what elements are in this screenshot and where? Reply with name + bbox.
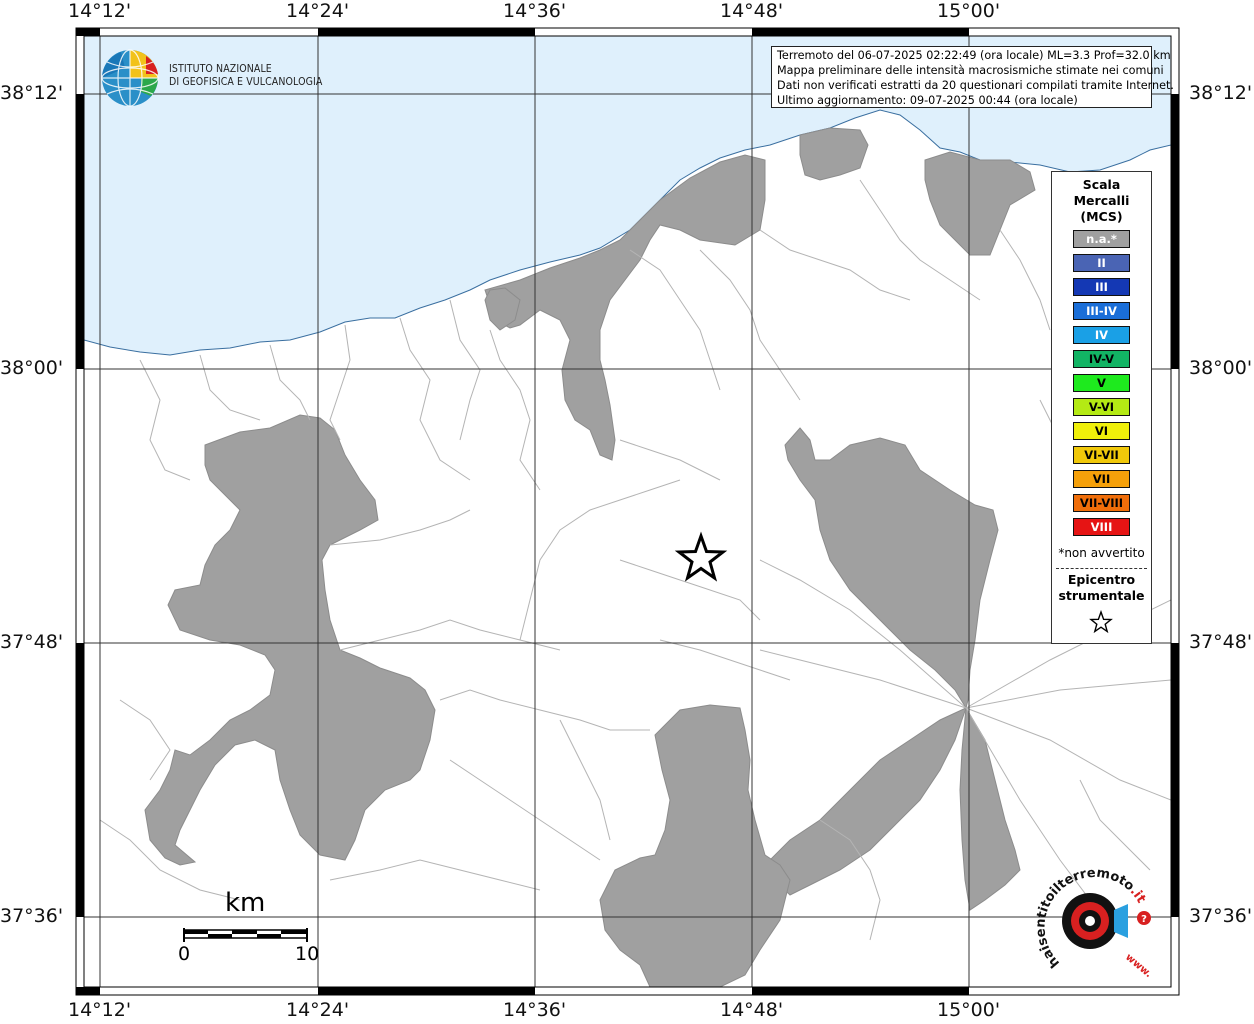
legend-epicenter-2: strumentale <box>1058 588 1145 603</box>
lon-label-bottom-2: 14°24' <box>286 999 350 1021</box>
scale-end: 10 <box>295 943 320 965</box>
lat-label-left-1: 38°12' <box>0 82 64 104</box>
svg-text:?: ? <box>1141 914 1147 925</box>
legend-title-1: Scala <box>1082 177 1121 192</box>
ingv-globe-logo <box>101 49 159 107</box>
ingv-line-2: DI GEOFISICA E VULCANOLOGIA <box>169 76 323 88</box>
legend-title: Scala Mercalli (MCS) <box>1052 177 1151 225</box>
lat-label-left-4: 37°36' <box>0 905 64 927</box>
legend-class-3: III-IV <box>1073 302 1130 320</box>
lon-label-top-5: 15°00' <box>937 0 1001 22</box>
legend-epicenter-label: Epicentro strumentale <box>1052 572 1151 604</box>
legend-epicenter-1: Epicentro <box>1067 572 1136 587</box>
legend-class-2: III <box>1073 278 1130 296</box>
legend-title-2: Mercalli <box>1073 193 1130 208</box>
legend-class-6: V <box>1073 374 1130 392</box>
scale-start: 0 <box>178 943 191 965</box>
lon-label-bottom-1: 14°12' <box>68 999 132 1021</box>
legend-na-note: *non avvertito <box>1058 546 1145 560</box>
lat-label-right-3: 37°48' <box>1189 631 1253 653</box>
lat-label-left-3: 37°48' <box>0 631 64 653</box>
scale-unit: km <box>225 888 266 918</box>
lat-label-right-4: 37°36' <box>1189 905 1253 927</box>
legend-class-0: n.a.* <box>1073 230 1130 248</box>
legend-class-1: II <box>1073 254 1130 272</box>
legend-divider <box>1056 568 1147 569</box>
scale-graphic <box>183 928 308 942</box>
last-update: Ultimo aggiornamento: 09-07-2025 00:44 (… <box>777 94 1078 107</box>
lat-label-left-2: 38°00' <box>0 357 64 379</box>
legend-star-icon <box>1089 610 1113 634</box>
lon-label-bottom-4: 14°48' <box>720 999 784 1021</box>
event-line: Terremoto del 06-07-2025 02:22:49 (ora l… <box>777 49 1171 62</box>
legend-class-9: VI-VII <box>1073 446 1130 464</box>
event-info-box: Terremoto del 06-07-2025 02:22:49 (ora l… <box>771 46 1174 108</box>
legend-class-12: VIII <box>1073 518 1130 536</box>
legend-class-7: V-VI <box>1073 398 1130 416</box>
lon-label-bottom-5: 15°00' <box>937 999 1001 1021</box>
mcs-legend: Scala Mercalli (MCS) n.a.* II III III-IV IV I… <box>1051 171 1152 644</box>
hai-sentito-logo: haisentitoilterremoto.it ? www. <box>1033 866 1154 978</box>
ingv-line-1: ISTITUTO NAZIONALE <box>169 63 272 75</box>
legend-class-8: VI <box>1073 422 1130 440</box>
lon-label-top-2: 14°24' <box>286 0 350 22</box>
lat-label-right-2: 38°00' <box>1189 357 1253 379</box>
data-note: Dati non verificati estratti da 20 quest… <box>777 79 1174 92</box>
legend-class-10: VII <box>1073 470 1130 488</box>
www-text: www. <box>1123 952 1154 978</box>
lon-label-top-3: 14°36' <box>503 0 567 22</box>
map-description: Mappa preliminare delle intensità macros… <box>777 64 1164 77</box>
scale-bar: km 0 10 <box>175 888 325 968</box>
legend-title-3: (MCS) <box>1080 209 1123 224</box>
legend-class-5: IV-V <box>1073 350 1130 368</box>
lon-label-top-1: 14°12' <box>68 0 132 22</box>
lat-label-right-1: 38°12' <box>1189 82 1253 104</box>
megaphone-icon <box>1114 904 1128 938</box>
legend-class-11: VII-VIII <box>1073 494 1130 512</box>
ingv-wordmark: ISTITUTO NAZIONALE DI GEOFISICA E VULCAN… <box>169 63 322 89</box>
lon-label-bottom-3: 14°36' <box>503 999 567 1021</box>
lon-label-top-4: 14°48' <box>720 0 784 22</box>
legend-class-4: IV <box>1073 326 1130 344</box>
